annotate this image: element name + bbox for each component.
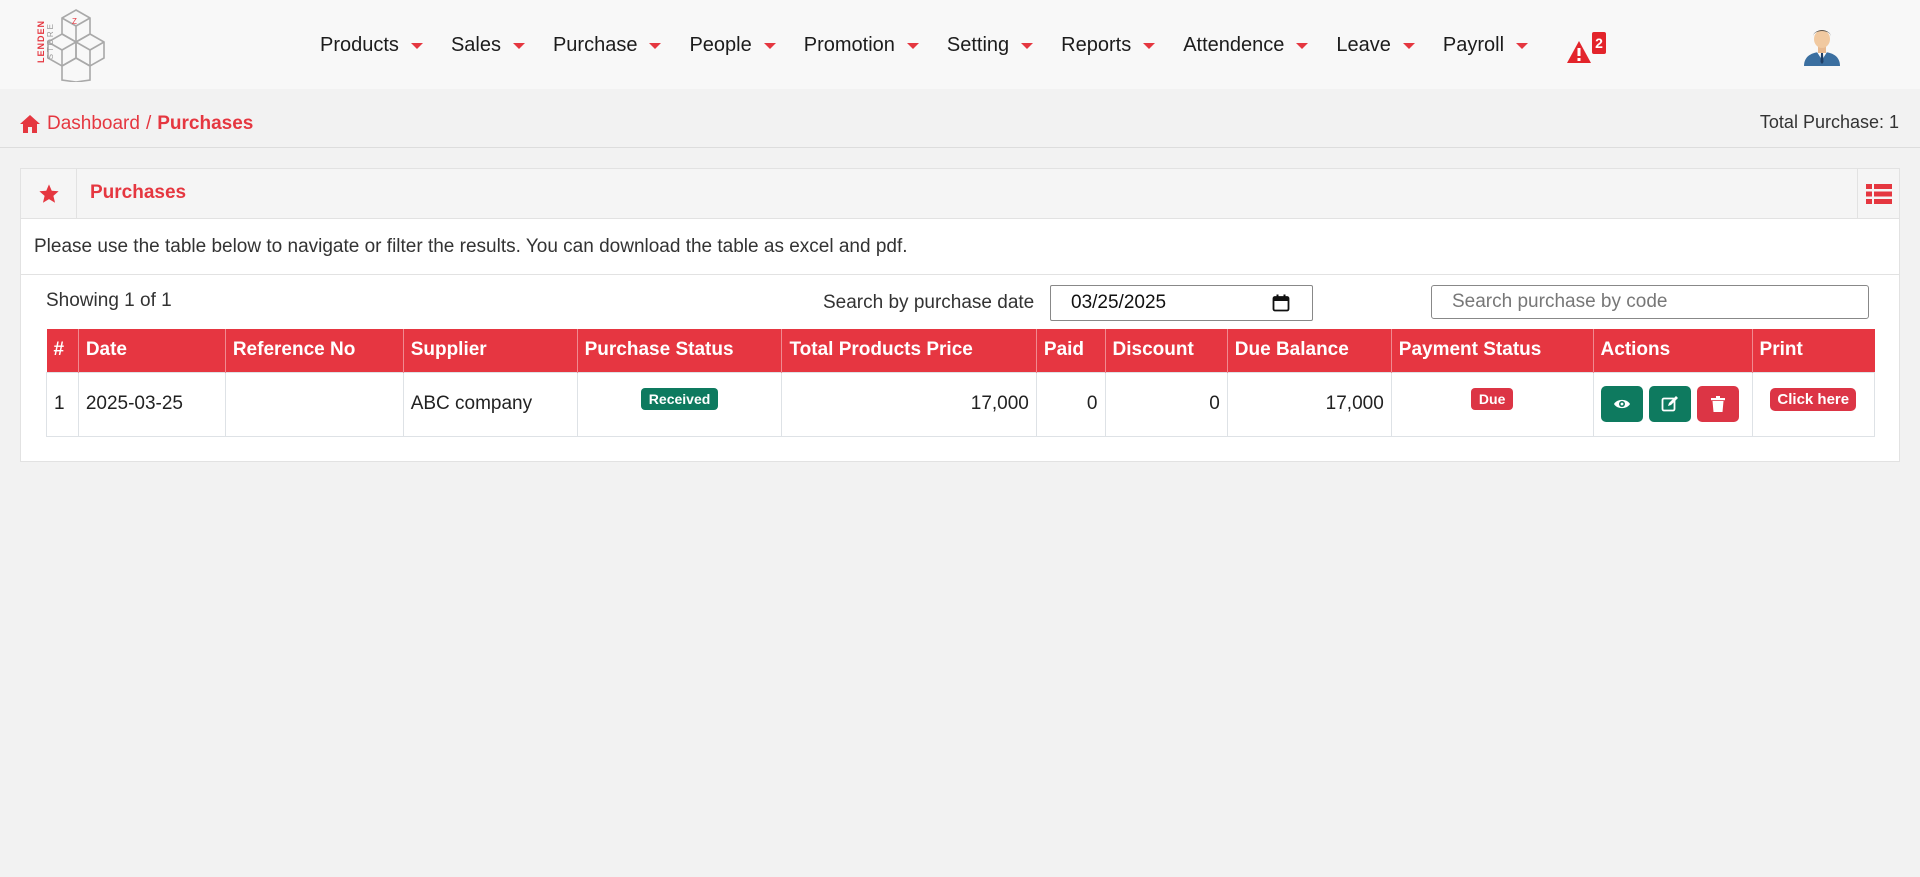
purchases-panel: Purchases Please use the table below to … [20,168,1900,462]
showing-count: Showing 1 of 1 [46,290,172,311]
menu-label: Purchase [552,33,638,56]
table-row: 1 2025-03-25 ABC company Received 17,000… [46,371,1876,437]
menu-label: Promotion [803,33,895,56]
caret-down-icon [906,42,919,49]
column-header[interactable]: Paid [1036,329,1106,372]
menu-leave[interactable]: Leave [1336,34,1415,57]
edit-icon [1661,396,1678,412]
column-header[interactable]: Payment Status [1391,329,1594,372]
caret-down-icon [763,42,776,49]
print-button[interactable]: Click here [1770,387,1857,411]
star-icon [38,183,59,203]
column-header: Actions [1593,329,1753,372]
total-purchase-count: Total Purchase: 1 [1759,112,1899,132]
column-header[interactable]: Reference No [225,329,404,372]
menu-payroll[interactable]: Payroll [1442,33,1529,57]
cell-due-balance: 17,000 [1226,371,1392,437]
menu-sales[interactable]: Sales [451,34,525,57]
panel-header: Purchases [21,169,1899,219]
menu-people[interactable]: People [689,33,776,57]
caret-down-icon [1296,42,1309,49]
calendar-icon[interactable] [1272,294,1290,312]
delete-button[interactable] [1696,386,1739,422]
caret-down-icon [1402,42,1415,49]
menu-label: Products [320,33,399,56]
alert-count-badge: 2 [1592,32,1606,54]
warning-triangle-icon [1567,41,1591,63]
menu-attendence[interactable]: Attendence [1183,33,1309,57]
menu-label: Reports [1061,33,1132,56]
menu-label: Sales [450,33,501,56]
purchase-code-search-input[interactable] [1431,285,1869,319]
cell-purchase-status: Received [576,371,783,437]
cell-supplier: ABC company [402,371,578,437]
menu-promotion[interactable]: Promotion [804,34,919,57]
menu-label: Payroll [1442,33,1505,56]
menu-purchase[interactable]: Purchase [553,34,662,57]
user-avatar[interactable] [1800,22,1844,66]
breadcrumb-current: Purchases [157,113,254,134]
date-filter-label: Search by purchase date [823,292,1035,313]
cell-date: 2025-03-25 [77,371,226,437]
column-header[interactable]: Total Products Price [781,329,1037,372]
menu-setting[interactable]: Setting [946,33,1034,57]
main-menu: Products Sales Purchase People Promotion… [320,30,1556,60]
trash-icon [1710,396,1725,412]
brand-subtitle: STORE [46,22,55,60]
cell-reference [224,371,404,437]
cell-actions [1592,371,1753,437]
cell-total-price: 17,000 [781,371,1037,437]
payment-status-badge: Due [1470,387,1514,410]
edit-button[interactable] [1648,386,1691,422]
home-icon [20,115,40,133]
eye-icon [1613,399,1630,409]
caret-down-icon [1143,42,1156,49]
column-header[interactable]: Date [78,329,226,372]
view-button[interactable] [1600,386,1643,422]
caret-down-icon [1516,42,1529,49]
cell-payment-status: Due [1390,371,1594,437]
date-input-value: 03/25/2025 [1071,292,1167,313]
menu-label: Attendence [1183,33,1285,56]
table-header-row: # Date Reference No Supplier Purchase St… [46,329,1875,372]
store-logo[interactable]: Z LENDEN STORE [36,6,116,83]
column-header[interactable]: # [46,329,79,372]
cell-index: 1 [46,371,79,437]
menu-label: Setting [946,33,1010,56]
column-header[interactable]: Purchase Status [577,329,783,372]
cell-paid: 0 [1035,371,1106,437]
alert-notification-button[interactable]: 2 [1566,32,1606,66]
panel-title: Purchases [90,182,187,203]
star-cell [21,169,77,218]
menu-products[interactable]: Products [320,34,423,57]
menu-reports[interactable]: Reports [1061,33,1156,57]
cell-discount: 0 [1104,371,1228,437]
purchase-date-input[interactable]: 03/25/2025 [1050,285,1313,321]
list-icon [1865,183,1892,204]
cell-print: Click here [1751,371,1876,437]
brand-name: LENDEN [36,20,46,64]
svg-text:Z: Z [72,17,77,26]
menu-label: People [689,33,752,56]
caret-down-icon [1021,42,1034,49]
panel-intro-text: Please use the table below to navigate o… [21,219,1899,275]
caret-down-icon [410,42,423,49]
purchases-table: # Date Reference No Supplier Purchase St… [46,329,1876,437]
list-view-button[interactable] [1857,169,1899,218]
column-header: Print [1752,329,1875,372]
menu-label: Leave [1336,33,1391,56]
breadcrumb-dashboard-link[interactable]: Dashboard [47,113,140,135]
breadcrumb-bar: Dashboard / Purchases [0,89,1920,148]
top-navbar: Z LENDEN STORE Products Sales Purchase P… [0,0,1920,89]
column-header[interactable]: Supplier [403,329,578,372]
caret-down-icon [649,42,662,49]
breadcrumb: Dashboard / Purchases [19,113,253,135]
caret-down-icon [512,42,525,49]
user-avatar-icon [1804,30,1840,66]
column-header[interactable]: Due Balance [1227,329,1392,372]
purchase-status-badge: Received [640,387,719,410]
breadcrumb-separator: / [145,113,152,134]
column-header[interactable]: Discount [1105,329,1228,372]
